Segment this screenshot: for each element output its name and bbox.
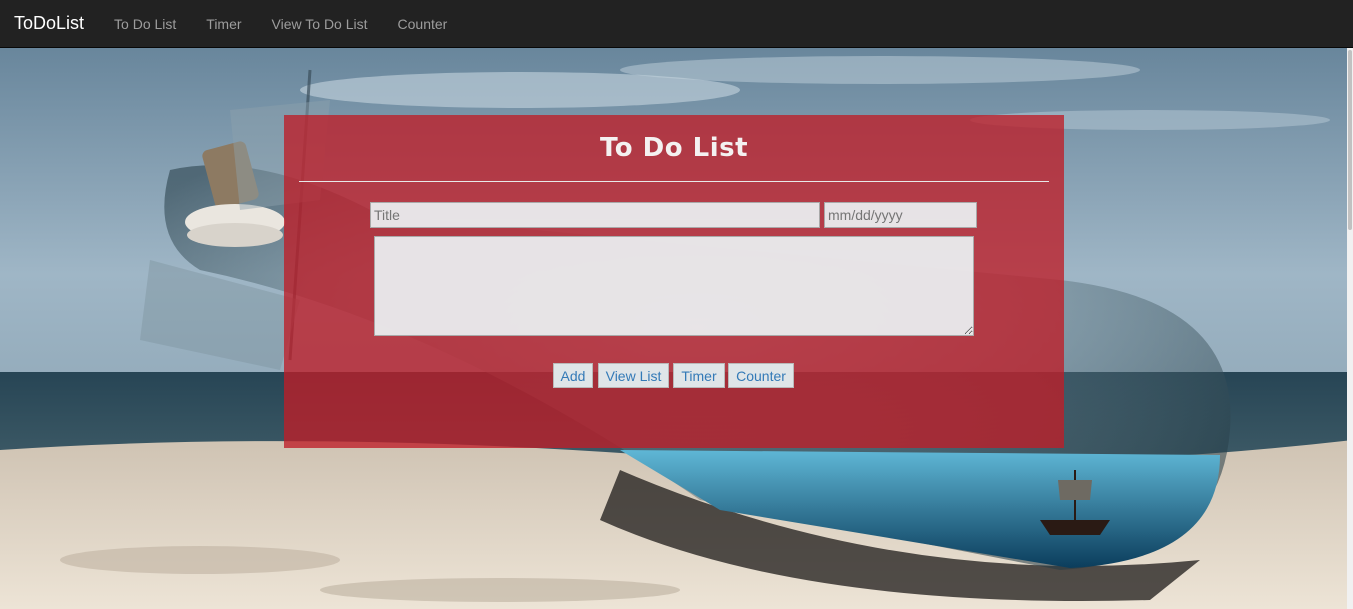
nav-link-view-to-do-list[interactable]: View To Do List	[257, 16, 383, 32]
nav-link-to-do-list[interactable]: To Do List	[99, 16, 191, 32]
page-scrollbar[interactable]	[1347, 48, 1353, 609]
timer-button[interactable]: Timer	[673, 363, 725, 388]
description-textarea[interactable]	[374, 236, 974, 336]
todo-panel: To Do List Add View List Timer Counter	[284, 115, 1064, 448]
brand-link[interactable]: ToDoList	[14, 13, 84, 34]
divider	[299, 181, 1049, 182]
scrollbar-thumb[interactable]	[1348, 50, 1352, 230]
nav-link-timer[interactable]: Timer	[191, 16, 256, 32]
view-list-button[interactable]: View List	[598, 363, 669, 388]
title-input[interactable]	[370, 202, 820, 228]
nav-link-counter[interactable]: Counter	[383, 16, 463, 32]
counter-button[interactable]: Counter	[728, 363, 794, 388]
add-button[interactable]: Add	[553, 363, 593, 388]
date-input[interactable]	[824, 202, 977, 228]
page-title: To Do List	[599, 133, 749, 163]
top-navbar: ToDoList To Do List Timer View To Do Lis…	[0, 0, 1353, 48]
